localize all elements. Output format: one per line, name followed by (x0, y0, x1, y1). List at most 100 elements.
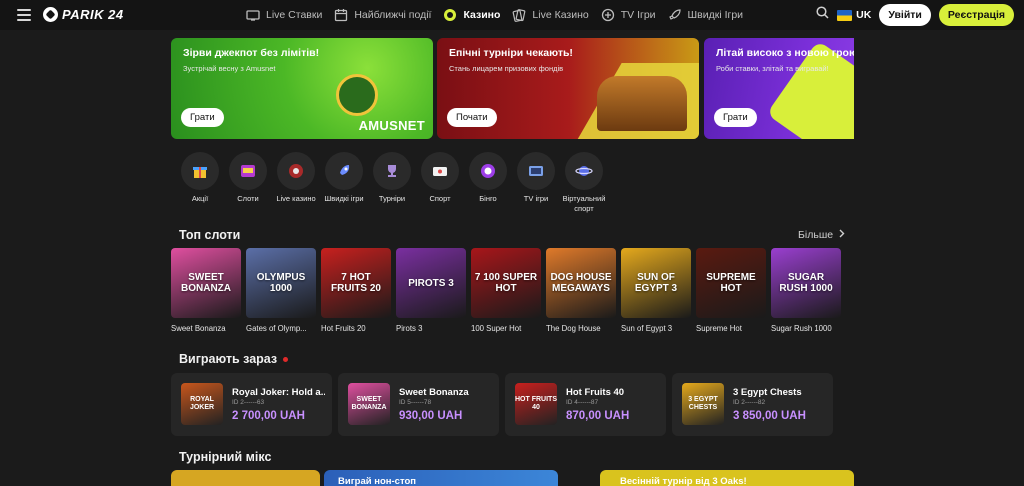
gift-icon (181, 152, 219, 190)
game-name: Royal Joker: Hold a... (232, 387, 325, 398)
slot-name: Sugar Rush 1000 (771, 324, 832, 333)
nav-label: Швидкі Ігри (687, 9, 744, 21)
tv-icon (246, 8, 260, 22)
promo-banner-crash[interactable]: Літай високо з новою грою Роби ставки, з… (704, 38, 854, 139)
register-button[interactable]: Реєстрація (938, 4, 1014, 26)
nav-label: Казино (463, 9, 501, 21)
slot-name: Supreme Hot (696, 324, 742, 333)
casino-chip-icon (443, 8, 457, 22)
top-slots-list: SWEET BONANZA Sweet Bonanza OLYMPUS 1000 Ga… (171, 248, 854, 340)
language-selector[interactable]: UK (856, 9, 871, 21)
category-tournaments[interactable]: Турніри (368, 152, 416, 214)
slot-card[interactable]: SUPREME HOT Supreme Hot (696, 248, 766, 340)
win-card[interactable]: ROYAL JOKER Royal Joker: Hold a... ID 2---… (171, 373, 332, 436)
category-promotions[interactable]: Акції (176, 152, 224, 214)
nav-fast-games[interactable]: Швидкі Ігри (668, 0, 744, 30)
category-slots[interactable]: Слоти (224, 152, 272, 214)
rocket-icon (668, 8, 682, 22)
category-virtual-sport[interactable]: Віртуальний спорт (560, 152, 608, 214)
slot-thumbnail: OLYMPUS 1000 (246, 248, 316, 318)
slot-thumbnail: PIROTS 3 (396, 248, 466, 318)
nav-label: Live Казино (532, 9, 589, 21)
game-thumbnail: SWEET BONANZA (348, 383, 390, 425)
slot-card[interactable]: DOG HOUSE MEGAWAYS The Dog House (546, 248, 616, 340)
category-fast-games[interactable]: Швидкі ігри (320, 152, 368, 214)
more-link[interactable]: Більше (798, 229, 845, 241)
nav-live-casino[interactable]: Live Казино (512, 0, 589, 30)
play-button[interactable]: Грати (714, 108, 757, 127)
slot-thumbnail: 7 100 SUPER HOT (471, 248, 541, 318)
tournament-card[interactable] (171, 470, 320, 486)
top-slots-title: Топ слоти (179, 228, 241, 242)
slot-card[interactable]: SUN OF EGYPT 3 Sun of Egypt 3 (621, 248, 691, 340)
tv-icon (517, 152, 555, 190)
tournament-mix-title: Турнірний мікс (179, 450, 272, 464)
leprechaun-illustration (336, 74, 378, 116)
more-label: Більше (798, 229, 834, 241)
slot-name: 100 Super Hot (471, 324, 522, 333)
slot-name: Hot Fruits 20 (321, 324, 366, 333)
recent-wins-list: ROYAL JOKER Royal Joker: Hold a... ID 2---… (171, 373, 854, 436)
win-amount: 930,00 UAH (399, 410, 463, 422)
ukraine-flag-icon[interactable] (837, 9, 853, 21)
tv-games-icon (601, 8, 615, 22)
nav-upcoming[interactable]: Найближчі події (334, 0, 431, 30)
roulette-icon (277, 152, 315, 190)
slot-thumbnail: SUN OF EGYPT 3 (621, 248, 691, 318)
promo-banner-tournaments[interactable]: Епічні турніри чекають! Стань лицарем пр… (437, 38, 699, 139)
win-card[interactable]: 3 EGYPT CHESTS 3 Egypt Chests ID 2------82… (672, 373, 833, 436)
player-id: ID 5------78 (399, 399, 432, 406)
nav-label: Live Ставки (266, 9, 323, 21)
player-id: ID 2------63 (232, 399, 265, 406)
category-bar: Акції Слоти Live казино Швидкі ігри Турн… (176, 152, 608, 214)
category-label: Спорт (429, 194, 451, 203)
category-label: Бінго (479, 194, 497, 203)
category-sport[interactable]: Спорт (416, 152, 464, 214)
win-card[interactable]: SWEET BONANZA Sweet Bonanza ID 5------78 93… (338, 373, 499, 436)
menu-icon[interactable] (17, 9, 31, 21)
category-bingo[interactable]: Бінго (464, 152, 512, 214)
slot-thumbnail: 7 HOT FRUITS 20 (321, 248, 391, 318)
game-thumbnail: ROYAL JOKER (181, 383, 223, 425)
tournament-card[interactable]: Весінній турнір від 3 Oaks! (600, 470, 854, 486)
player-id: ID 2------82 (733, 399, 766, 406)
promo-banner-jackpot[interactable]: Зірви джекпот без лімітів! Зустрічай вес… (171, 38, 433, 139)
slot-name: Gates of Olymp... (246, 324, 307, 333)
nav-label: Найближчі події (354, 9, 432, 21)
slot-card[interactable]: OLYMPUS 1000 Gates of Olymp... (246, 248, 316, 340)
slot-card[interactable]: SWEET BONANZA Sweet Bonanza (171, 248, 241, 340)
live-indicator-icon (283, 357, 289, 363)
slot-card[interactable]: 7 100 SUPER HOT 100 Super Hot (471, 248, 541, 340)
category-tv-games[interactable]: TV ігри (512, 152, 560, 214)
logo[interactable]: PARIK 24 (43, 7, 124, 22)
category-label: TV ігри (523, 194, 549, 203)
slot-machine-icon (229, 152, 267, 190)
login-button[interactable]: Увійти (879, 4, 931, 26)
nav-casino[interactable]: Казино (443, 0, 500, 30)
tournament-card[interactable]: Виграй нон-стоп (324, 470, 558, 486)
planet-icon (565, 152, 603, 190)
banner-subtitle: Зустрічай весну з Amusnet (183, 64, 276, 73)
slot-name: The Dog House (546, 324, 601, 333)
promo-carousel: Зірви джекпот без лімітів! Зустрічай вес… (171, 38, 854, 139)
category-live-casino[interactable]: Live казино (272, 152, 320, 214)
nav-tv-games[interactable]: TV Ігри (601, 0, 656, 30)
chevron-right-icon (839, 229, 845, 241)
tournament-title: Виграй нон-стоп (338, 476, 417, 486)
banner-title: Літай високо з новою грою (716, 47, 854, 59)
slot-name: Pirots 3 (396, 324, 423, 333)
start-button[interactable]: Почати (447, 108, 497, 127)
category-label: Акції (191, 194, 209, 203)
main-nav: Live Ставки Найближчі події Казино Live … (246, 0, 755, 30)
game-thumbnail: 3 EGYPT CHESTS (682, 383, 724, 425)
nav-live-bets[interactable]: Live Ставки (246, 0, 322, 30)
slot-card[interactable]: SUGAR RUSH 1000 Sugar Rush 1000 (771, 248, 841, 340)
play-button[interactable]: Грати (181, 108, 224, 127)
logo-text: PARIK 24 (62, 7, 124, 22)
win-card[interactable]: HOT FRUITS 40 Hot Fruits 40 ID 4------87 87… (505, 373, 666, 436)
slot-card[interactable]: 7 HOT FRUITS 20 Hot Fruits 20 (321, 248, 391, 340)
slot-card[interactable]: PIROTS 3 Pirots 3 (396, 248, 466, 340)
game-name: Hot Fruits 40 (566, 387, 625, 398)
slot-name: Sweet Bonanza (171, 324, 226, 333)
search-icon[interactable] (816, 6, 829, 24)
